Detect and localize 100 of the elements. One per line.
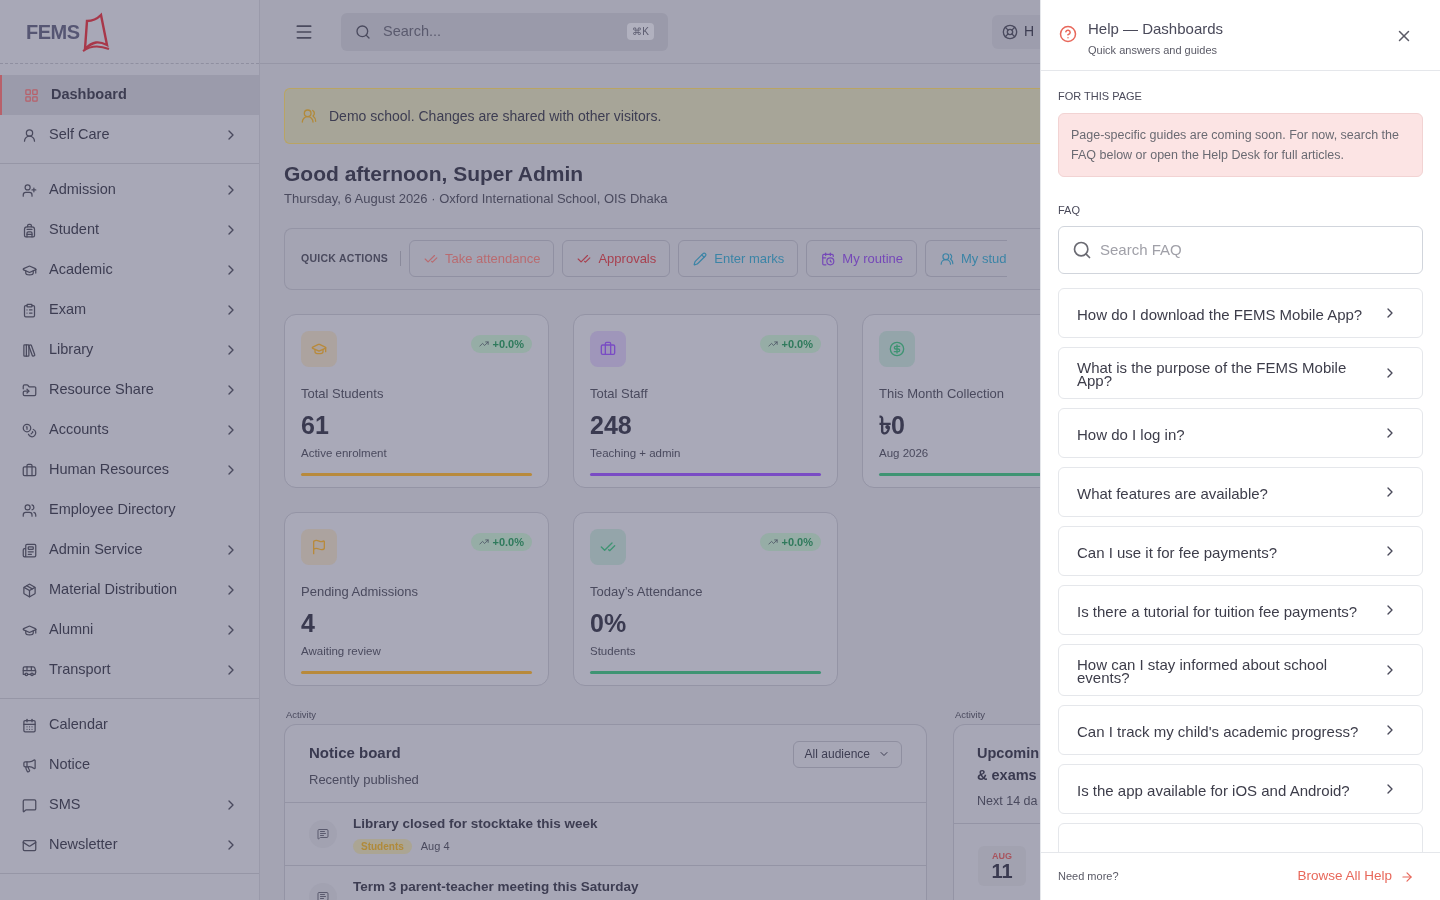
sidebar-item[interactable]: Dashboard [0, 75, 259, 115]
shortcut-key: ⌘K [627, 23, 654, 40]
search-field[interactable]: Search... ⌘K [341, 12, 668, 51]
sidebar-item[interactable]: Transport [0, 650, 259, 690]
sidebar-item[interactable]: Library [0, 330, 259, 370]
help-button[interactable]: H [992, 14, 1040, 49]
briefcase-icon [22, 462, 37, 478]
package-icon [22, 582, 37, 598]
briefcase-icon [600, 340, 616, 357]
sidebar-item[interactable]: Notice [0, 745, 259, 785]
notice-item[interactable]: Term 3 parent-teacher meeting this Saturday [285, 864, 926, 900]
quick-actions-label: QUICK ACTIONS [301, 250, 402, 267]
books-icon [22, 342, 37, 358]
trend-up-icon [767, 536, 778, 547]
faq-search-field[interactable]: Search FAQ [1058, 226, 1423, 274]
notice-date: Aug 4 [420, 839, 450, 854]
stat-note: Students [590, 644, 637, 659]
newspaper-icon [22, 542, 37, 558]
calendar-clock-icon [821, 251, 836, 266]
clipboard-icon [22, 302, 37, 318]
sidebar-item[interactable]: Accounts [0, 410, 259, 450]
stat-value: 4 [301, 608, 316, 639]
quick-action-button[interactable]: My routine [806, 240, 918, 277]
faq-item[interactable]: Is there a tutorial for tuition fee payments? [1058, 585, 1423, 635]
backpack-icon [22, 222, 37, 238]
trend-up-icon [767, 338, 778, 349]
graduation-cap-icon [22, 622, 37, 638]
trend-badge: +0.0% [759, 334, 821, 353]
coins-icon [22, 422, 37, 438]
sidebar-item[interactable]: Student [0, 210, 259, 250]
person-add-icon [22, 182, 37, 198]
faq-item[interactable]: How do I log in? [1058, 408, 1423, 458]
trend-badge: +0.0% [470, 532, 532, 551]
section-heading: FOR THIS PAGE [1058, 89, 1143, 104]
sidebar-item[interactable]: Alumni [0, 610, 259, 650]
sidebar-item[interactable]: Admin Service [0, 530, 259, 570]
mail-icon [22, 837, 37, 853]
stat-note: Active enrolment [301, 446, 388, 461]
stat-title: This Month Collection [879, 384, 1005, 403]
faq-item[interactable]: How can I stay informed about school events? [1058, 644, 1423, 696]
sidebar-item[interactable]: Calendar [0, 705, 259, 745]
search-placeholder: Search FAQ [1100, 239, 1182, 260]
notice-title: Term 3 parent-teacher meeting this Saturday [353, 877, 639, 896]
flag-icon [311, 538, 327, 555]
sidebar-item[interactable]: Academic [0, 250, 259, 290]
faq-item[interactable]: What is the purpose of the FEMS Mobile App? [1058, 347, 1423, 399]
search-icon [355, 23, 371, 40]
people-icon [940, 251, 955, 266]
sidebar-item[interactable]: Resource Share [0, 370, 259, 410]
dollar-icon [889, 340, 905, 357]
grid-icon [24, 87, 39, 103]
trend-up-icon [478, 536, 489, 547]
person-icon [22, 127, 37, 143]
trend-badge: +0.0% [759, 532, 821, 551]
faq-item[interactable]: Can I use it for fee payments? [1058, 526, 1423, 576]
date-tile: AUG 11 [978, 845, 1026, 886]
pencil-icon [693, 251, 708, 266]
card-title: Notice board [309, 742, 402, 763]
panel-title: Help — Dashboards [1088, 19, 1225, 39]
audience-tag: Students [353, 838, 412, 854]
stat-note: Awaiting review [301, 644, 382, 659]
faq-item[interactable]: How do I download the FEMS Mobile App? [1058, 288, 1423, 338]
browse-help-link[interactable]: Browse All Help [1297, 866, 1414, 887]
lifebuoy-icon [1002, 23, 1018, 40]
card-subtitle: Recently published [309, 771, 419, 790]
logo[interactable]: FEMS [26, 10, 111, 53]
sidebar-item[interactable]: Human Resources [0, 450, 259, 490]
faq-item[interactable]: Can I track my child's academic progress? [1058, 705, 1423, 755]
section-heading: FAQ [1058, 202, 1081, 218]
sidebar-item[interactable]: Self Care [0, 115, 259, 155]
audience-dropdown[interactable]: All audience [792, 740, 902, 768]
sidebar-item[interactable]: Material Distribution [0, 570, 259, 610]
card-title: Upcomin [977, 743, 1040, 763]
stat-title: Pending Admissions [301, 582, 420, 601]
panel-subtitle: Quick answers and guides [1088, 42, 1218, 58]
greeting-title: Good afternoon, Super Admin [284, 161, 585, 187]
faq-item[interactable]: Is the app available for iOS and Android? [1058, 764, 1423, 814]
notice-title: Library closed for stocktake this week [353, 814, 598, 833]
stat-title: Today’s Attendance [590, 582, 704, 601]
faq-item[interactable]: What features are available? [1058, 467, 1423, 517]
notice-item[interactable]: Library closed for stocktake this week Students Aug 4 [285, 802, 926, 865]
card-subtitle: Next 14 da [977, 792, 1039, 810]
message-icon [317, 890, 329, 900]
sidebar-item[interactable]: Exam [0, 290, 259, 330]
sidebar-item[interactable]: SMS [0, 785, 259, 825]
graduation-cap-icon [22, 262, 37, 278]
search-icon [1072, 240, 1092, 260]
search-placeholder: Search... [383, 21, 443, 41]
people-icon [301, 108, 317, 124]
info-notice: Page-specific guides are coming soon. For now, search the FAQ below or open the Help Desk for full articles. [1058, 112, 1423, 177]
stat-value: ৳0 [879, 410, 906, 441]
message-icon [317, 827, 329, 840]
banner-text: Demo school. Changes are shared with other visitors. [329, 106, 662, 126]
stat-note: Aug 2026 [879, 446, 930, 461]
sidebar-item[interactable]: Employee Directory [0, 490, 259, 530]
sidebar-item[interactable]: Newsletter [0, 825, 259, 865]
sidebar-item[interactable]: Admission [0, 170, 259, 210]
quick-action-button[interactable]: Approvals [562, 240, 671, 277]
calendar-icon [22, 717, 37, 733]
stat-note: Teaching + admin [590, 446, 682, 461]
